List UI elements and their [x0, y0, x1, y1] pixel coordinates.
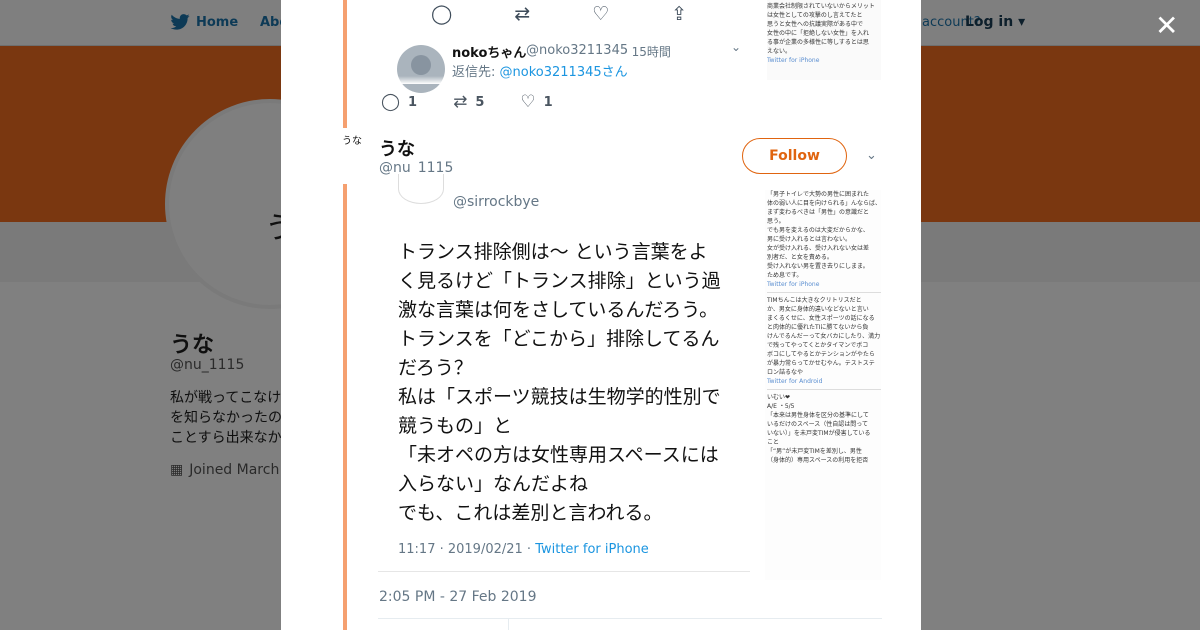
side-image-column[interactable]: 「男子トイレで大勢の男性に囲まれた 体の弱い人に目を向けられる」んならば、 まず…: [765, 190, 881, 580]
side-text-line: ため息です。: [767, 272, 803, 279]
divider: [378, 618, 882, 619]
thread-line: [343, 184, 347, 630]
side-divider: [767, 389, 881, 390]
side-meta: Twitter for iPhone: [767, 281, 820, 288]
reply-avatar[interactable]: [397, 45, 445, 93]
reply-count[interactable]: ◯ 1: [381, 92, 417, 112]
retweet-icon: ⇄: [453, 92, 468, 112]
quoted-avatar: [398, 174, 444, 204]
side-divider: [767, 292, 881, 293]
tweet-modal: ◯ ⇄ ♡ ⇪ nokoちゃん @noko3211345 · 15時間 ⌄ 返信…: [281, 0, 921, 630]
retweet-count[interactable]: ⇄ 5: [453, 92, 484, 112]
tweet-timestamp[interactable]: 2:05 PM - 27 Feb 2019: [379, 589, 537, 605]
reply-time[interactable]: · 15時間: [624, 43, 671, 60]
previous-side-image[interactable]: 商業会社制限されていないからメリット は女性としての攻撃のし言えてたと 思うと女…: [767, 0, 881, 80]
login-label: Log in: [965, 14, 1014, 30]
reply-icon: ◯: [381, 92, 401, 112]
joined-text: Joined March: [189, 462, 280, 478]
nav-login[interactable]: Log in ▾: [965, 14, 1025, 30]
side-meta: Twitter for iPhone: [767, 57, 820, 64]
like-count[interactable]: ♡ 1: [520, 92, 552, 112]
quoted-handle: @sirrockbye: [453, 194, 540, 210]
calendar-icon: ▦: [170, 462, 184, 478]
follow-button[interactable]: Follow: [742, 138, 847, 174]
thread-line: [343, 0, 347, 128]
heart-icon[interactable]: ♡: [592, 3, 609, 25]
chevron-down-icon[interactable]: ⌄: [731, 40, 741, 54]
side-text-line: いむい❤: [767, 394, 791, 401]
profile-joined: ▦ Joined March: [170, 462, 281, 478]
heart-icon: ♡: [520, 92, 536, 112]
side-text-line: は女性としての攻撃のし言えてたと: [767, 12, 863, 19]
previous-tweet-actions: ◯ ⇄ ♡ ⇪: [431, 3, 687, 25]
quoted-meta: 11:17 · 2019/02/21 · Twitter for iPhone: [398, 542, 649, 557]
side-text-line: いない）」を未戸変TIMが侵害している: [767, 430, 871, 437]
bio-line: ことすら出来なかった: [170, 430, 281, 446]
side-text-line: 「“男”が未戸変TIMを差別し、男性: [767, 448, 862, 455]
side-text-line: こと: [767, 439, 780, 446]
side-text-line: か、男女に身体的違いなどないと言い: [767, 306, 869, 313]
quoted-time: 11:17 · 2019/02/21 ·: [398, 542, 532, 557]
side-text-line: が暴力常らってかせむやん。テストステ: [767, 360, 875, 367]
profile-bio: 私が戦ってこなければ を知らなかったので ことすら出来なかった: [170, 388, 281, 448]
side-text-line: TIMちんこは大きなクリトリスだと: [767, 297, 862, 304]
side-text-line: （身体的）専用スペースの利用を拒否: [767, 457, 869, 464]
fade-overlay: [381, 76, 761, 84]
side-text-line: 男に受け入れるとは言わない。: [767, 236, 852, 243]
author-avatar[interactable]: うな: [339, 136, 365, 176]
side-text-line: でも男を変えるのは大変だからかな、: [767, 227, 869, 234]
reply-count-value: 1: [408, 94, 418, 110]
profile-handle: @nu_1115: [170, 357, 245, 373]
twitter-bird-icon: [170, 14, 190, 30]
side-text-line: えない。: [767, 48, 792, 55]
retweet-icon[interactable]: ⇄: [514, 3, 530, 25]
side-text-line: 別者だ、と女を責める。: [767, 254, 833, 261]
profile-name: うな: [170, 333, 215, 358]
side-text-line: 「男子トイレで大勢の男性に囲まれた: [767, 191, 870, 198]
reply-author-name[interactable]: nokoちゃん: [452, 42, 526, 61]
bio-line: 私が戦ってこなければ: [170, 390, 281, 406]
side-text-line: ボコにしてやるとかテンションがやたら: [767, 351, 875, 358]
side-text-line: 商業会社制限されていないからメリット: [767, 3, 875, 10]
nav-home[interactable]: Home: [170, 14, 238, 30]
close-icon[interactable]: ✕: [1155, 12, 1178, 40]
side-text-line: 「本来は男性身体を区分の基準にして: [767, 412, 869, 419]
side-text-line: 女性の中に「拒絶しない女性」を入れ: [767, 30, 870, 37]
nav-home-label: Home: [196, 14, 239, 30]
quoted-body: トランス排除側は〜 という言葉をよ く見るけど「トランス排除」という過 激な言葉…: [398, 241, 721, 524]
reply-author-handle[interactable]: @noko3211345: [526, 43, 628, 58]
previous-tweet-stats: ◯ 1 ⇄ 5 ♡ 1: [381, 92, 589, 112]
reply-icon[interactable]: ◯: [431, 3, 452, 25]
side-text-line: で残ってやってくとかタイマンでボコ: [767, 342, 869, 349]
side-meta: Twitter for Android: [767, 378, 823, 385]
side-text-line: いるだけのスペース（性自認は問って: [767, 421, 868, 428]
side-text-line: けんでるんだーって女バカにしたり、満力: [767, 333, 881, 340]
side-text-line: る事が企業の多様性に等しするとは思: [767, 39, 869, 46]
tweet-screenshot-image[interactable]: @sirrockbye トランス排除側は〜 という言葉をよ く見るけど「トランス…: [378, 174, 750, 572]
side-text-line: 受け入れない男を置き去りにしまま。: [767, 263, 869, 270]
share-icon[interactable]: ⇪: [671, 3, 687, 25]
side-text-line: と肉体的に優れたTIに勝てないから負: [767, 324, 869, 331]
side-text-line: ロン詰るなや: [767, 369, 804, 376]
side-text-line: 思うと女性への抗議実際がある中で: [767, 21, 864, 28]
chevron-down-icon[interactable]: ⌄: [866, 148, 877, 163]
quoted-client: Twitter for iPhone: [535, 542, 649, 557]
side-text-line: 体の弱い人に目を向けられる」んならば、: [767, 200, 881, 207]
side-text-line: まくるくせに、女性スポーツの話になる: [767, 315, 875, 322]
divider: [508, 618, 509, 630]
like-count-value: 1: [543, 94, 553, 110]
retweet-count-value: 5: [475, 94, 485, 110]
caret-down-icon: ▾: [1013, 14, 1026, 30]
nav-about[interactable]: About: [260, 15, 282, 30]
side-text-line: まず変わるべきは「男性」の意識だと: [767, 209, 870, 216]
side-text-line: 女が受け入れる、受け入れない女は差: [767, 245, 870, 252]
side-text-line: 思う。: [767, 218, 785, 225]
side-text-line: A/E ・5/5: [767, 403, 795, 410]
author-name[interactable]: うな: [379, 135, 415, 161]
bio-line: を知らなかったので: [170, 410, 281, 426]
